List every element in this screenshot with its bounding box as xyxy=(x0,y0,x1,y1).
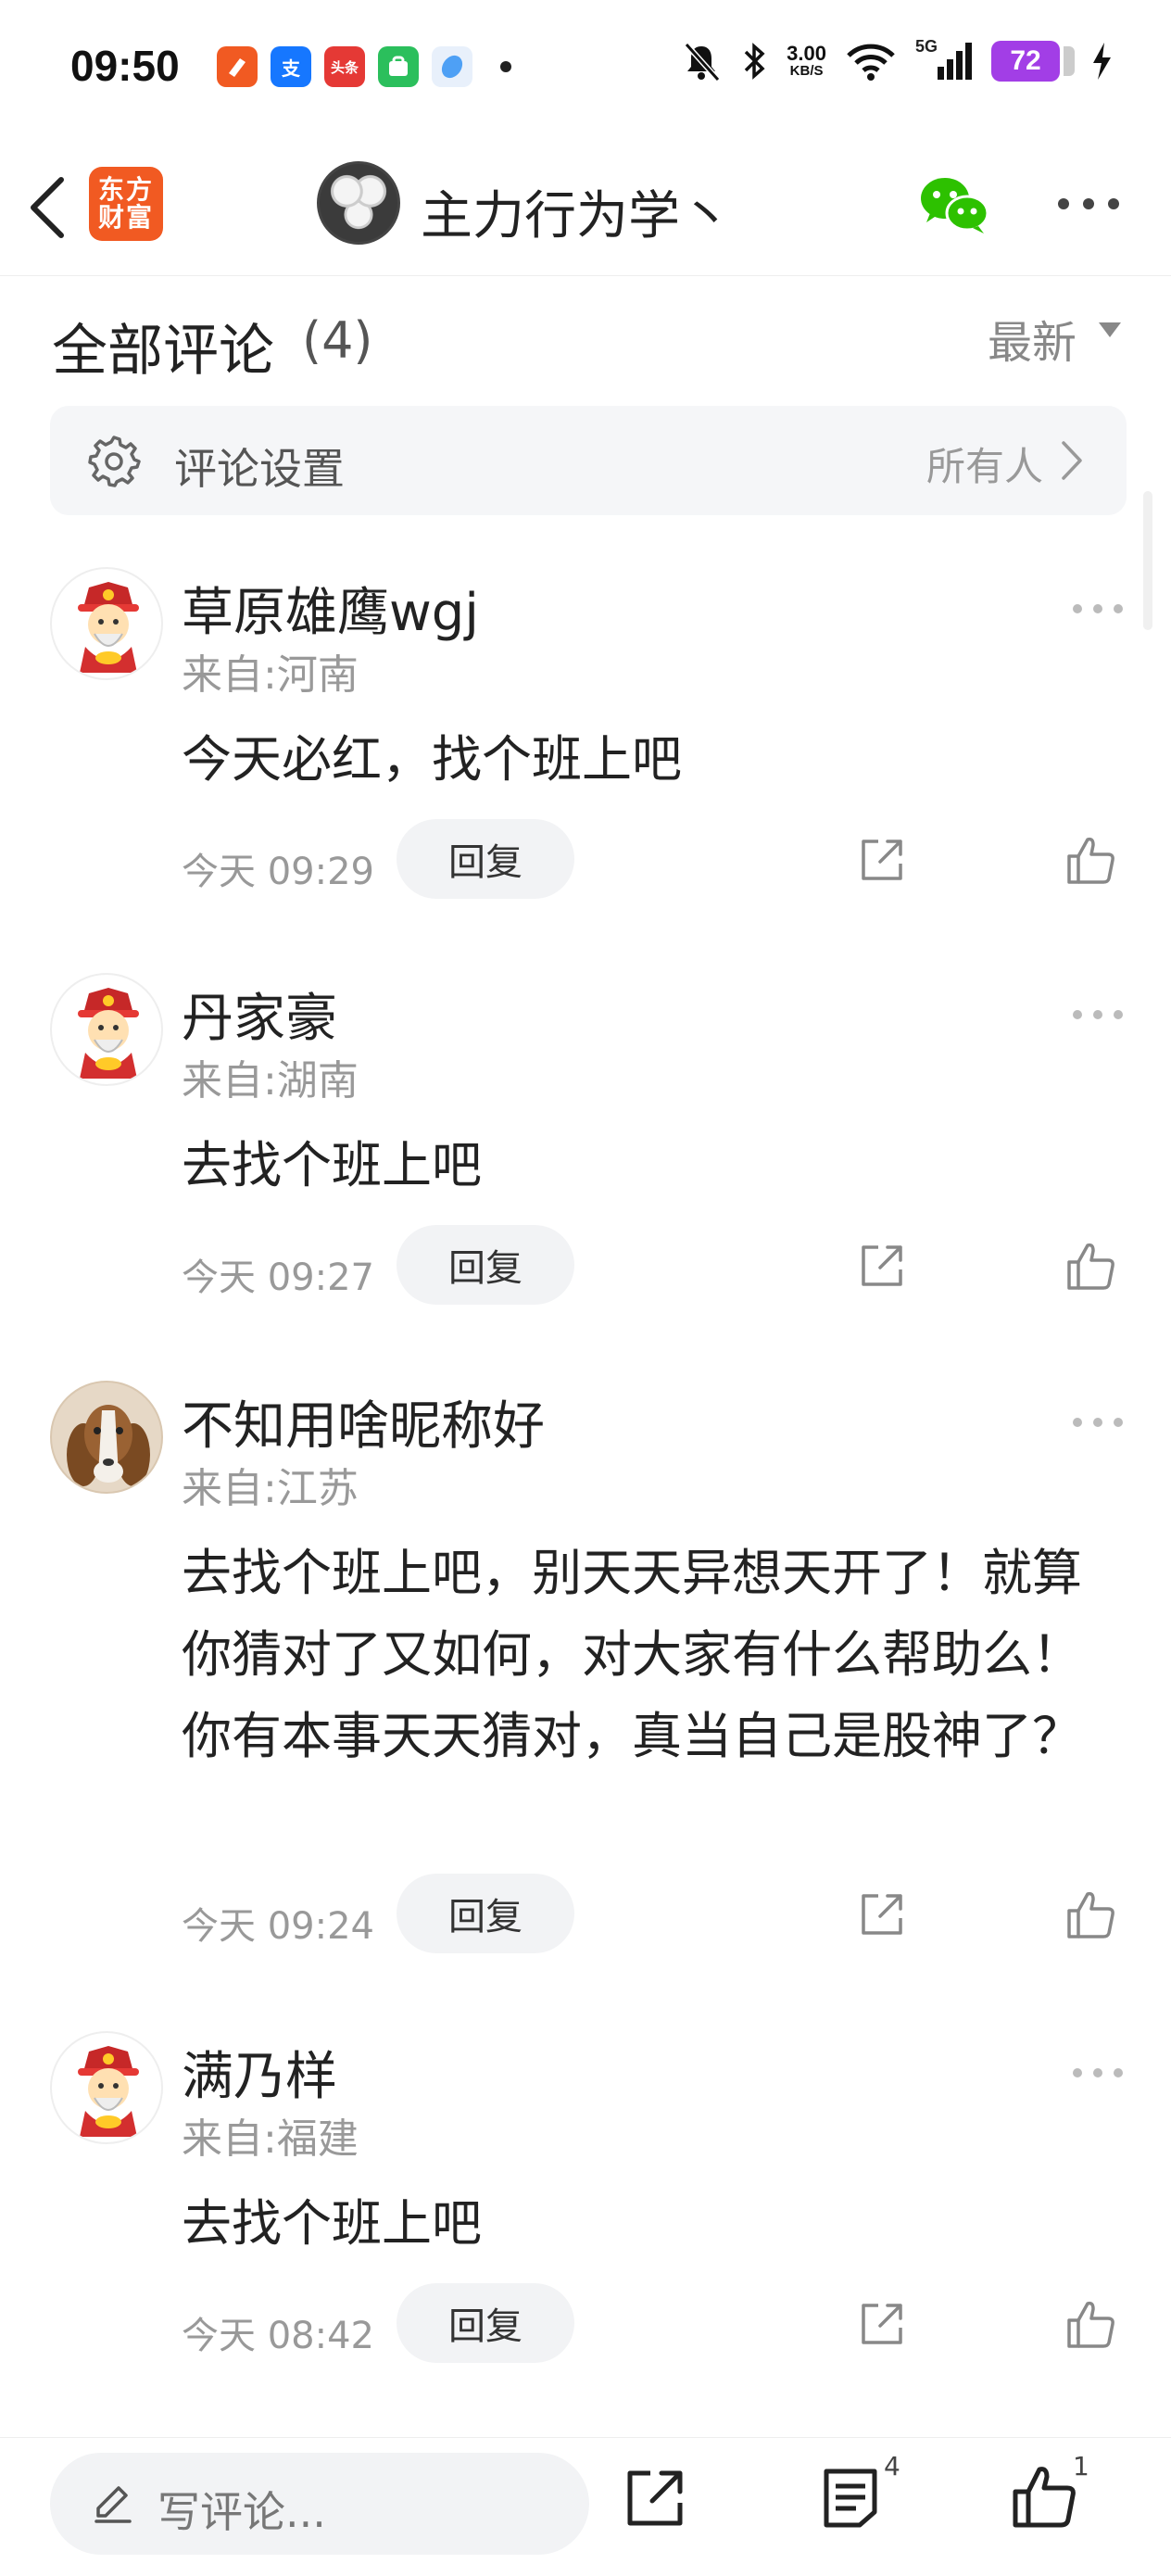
bottom-action-bar: 写评论... 4 1 xyxy=(0,2437,1171,2576)
network-speed-unit: KB/S xyxy=(789,63,824,79)
comment-item: 草原雄鹰wgj 来自:河南 今天必红，找个班上吧 今天 09:29 回复 xyxy=(0,567,1171,919)
comment-text: 去找个班上吧，别天天异想天开了！就算你猜对了又如何，对大家有什么帮助么！你有本事… xyxy=(182,1544,1082,1765)
alipay-app-icon: 支 xyxy=(271,46,311,87)
comments-count: (4) xyxy=(302,311,373,370)
commenter-location: 来自:福建 xyxy=(182,2115,359,2163)
toutiao-app-icon: 头条 xyxy=(324,46,365,87)
browser-app-icon xyxy=(432,46,472,87)
comment-text: 去找个班上吧 xyxy=(182,1136,482,1194)
system-indicators: 3.00 KB/S 5G 72 xyxy=(681,37,1115,82)
reply-button[interactable]: 回复 xyxy=(397,819,574,899)
comment-time: 今天 08:42 xyxy=(182,2315,374,2357)
status-time: 09:50 xyxy=(70,42,180,90)
share-icon[interactable] xyxy=(858,836,906,884)
comment-list-icon[interactable] xyxy=(821,2466,880,2531)
east-money-app-icon xyxy=(217,46,258,87)
network-speed: 3.00 KB/S xyxy=(787,44,826,79)
comment-count-badge: 4 xyxy=(884,2451,900,2481)
store-app-icon xyxy=(378,46,419,87)
commenter-location: 来自:湖南 xyxy=(182,1057,359,1105)
comment-permission-value: 所有人 xyxy=(925,444,1043,489)
comment-more-icon[interactable] xyxy=(1073,1010,1123,1023)
thumbs-up-icon[interactable] xyxy=(1065,1240,1117,1292)
comment-settings-label: 评论设置 xyxy=(174,444,345,494)
commenter-name[interactable]: 满乃样 xyxy=(182,2035,337,2110)
thumbs-up-icon[interactable] xyxy=(1010,2462,1078,2531)
write-comment-placeholder: 写评论... xyxy=(157,2487,326,2537)
comment-item: 满乃样 来自:福建 去找个班上吧 今天 08:42 回复 xyxy=(0,2031,1171,2383)
notification-icons: 支 头条 xyxy=(217,46,511,87)
sort-dropdown-caret-icon[interactable] xyxy=(1099,322,1121,337)
nav-bar: 东方 财富 主力行为学丶 xyxy=(0,139,1171,276)
like-count-badge: 1 xyxy=(1073,2451,1089,2481)
dog-avatar[interactable] xyxy=(50,1381,163,1494)
comment-more-icon[interactable] xyxy=(1073,2068,1123,2081)
comment-actions: 今天 09:27 回复 xyxy=(182,1225,1127,1308)
chevron-right-icon xyxy=(1062,441,1082,480)
back-arrow-icon[interactable] xyxy=(20,172,76,243)
reply-button[interactable]: 回复 xyxy=(397,1874,574,1953)
comment-actions: 今天 09:24 回复 xyxy=(182,1874,1127,1957)
wifi-icon xyxy=(847,44,895,81)
logo-line-1: 东方 xyxy=(97,174,154,205)
reply-button[interactable]: 回复 xyxy=(397,2283,574,2363)
comment-actions: 今天 08:42 回复 xyxy=(182,2283,1127,2367)
caishen-avatar[interactable] xyxy=(50,973,163,1086)
comment-more-icon[interactable] xyxy=(1073,1418,1123,1431)
share-icon[interactable] xyxy=(623,2466,687,2531)
author-avatar[interactable] xyxy=(317,161,400,245)
mute-bell-icon xyxy=(684,42,721,82)
comment-time: 今天 09:24 xyxy=(182,1905,374,1948)
cellular-signal-icon: 5G xyxy=(915,37,973,82)
thumbs-up-icon[interactable] xyxy=(1065,1888,1117,1940)
comments-title: 全部评论 xyxy=(52,319,274,384)
share-icon[interactable] xyxy=(858,1890,906,1938)
comment-item: 丹家豪 来自:湖南 去找个班上吧 今天 09:27 回复 xyxy=(0,973,1171,1325)
logo-line-2: 财富 xyxy=(97,202,154,233)
thumbs-up-icon[interactable] xyxy=(1065,2298,1117,2350)
comment-settings-row[interactable]: 评论设置 所有人 xyxy=(50,406,1127,515)
comment-time: 今天 09:29 xyxy=(182,851,374,893)
more-notifications-dot xyxy=(500,61,511,72)
caishen-avatar[interactable] xyxy=(50,2031,163,2144)
comment-actions: 今天 09:29 回复 xyxy=(182,819,1127,903)
gear-icon xyxy=(88,436,141,487)
battery-indicator: 72 xyxy=(991,41,1075,82)
bluetooth-icon xyxy=(744,43,765,80)
commenter-name[interactable]: 不知用啥昵称好 xyxy=(182,1384,545,1459)
comment-text: 去找个班上吧 xyxy=(182,2194,482,2253)
status-bar: 09:50 支 头条 3.00 KB/S 5G 72 xyxy=(0,0,1171,139)
wechat-share-icon[interactable] xyxy=(917,172,991,237)
comment-text: 今天必红，找个班上吧 xyxy=(182,730,682,789)
network-speed-value: 3.00 xyxy=(787,42,826,65)
charging-icon xyxy=(1093,43,1111,80)
east-money-logo[interactable]: 东方 财富 xyxy=(89,167,163,241)
sort-dropdown[interactable]: 最新 xyxy=(988,306,1077,371)
commenter-location: 来自:江苏 xyxy=(182,1465,359,1512)
commenter-name[interactable]: 草原雄鹰wgj xyxy=(182,571,479,646)
caishen-avatar[interactable] xyxy=(50,567,163,680)
commenter-location: 来自:河南 xyxy=(182,651,359,699)
comment-item: 不知用啥昵称好 来自:江苏 去找个班上吧，别天天异想天开了！就算你猜对了又如何，… xyxy=(0,1381,1171,1974)
comment-more-icon[interactable] xyxy=(1073,604,1123,617)
author-name[interactable]: 主力行为学丶 xyxy=(421,174,732,249)
comment-time: 今天 09:27 xyxy=(182,1256,374,1299)
write-comment-input[interactable]: 写评论... xyxy=(50,2453,589,2555)
share-icon[interactable] xyxy=(858,1242,906,1290)
thumbs-up-icon[interactable] xyxy=(1065,834,1117,886)
more-options-icon[interactable] xyxy=(1058,193,1119,215)
share-icon[interactable] xyxy=(858,2300,906,2348)
commenter-name[interactable]: 丹家豪 xyxy=(182,977,337,1052)
pencil-icon xyxy=(94,2486,132,2523)
reply-button[interactable]: 回复 xyxy=(397,1225,574,1305)
